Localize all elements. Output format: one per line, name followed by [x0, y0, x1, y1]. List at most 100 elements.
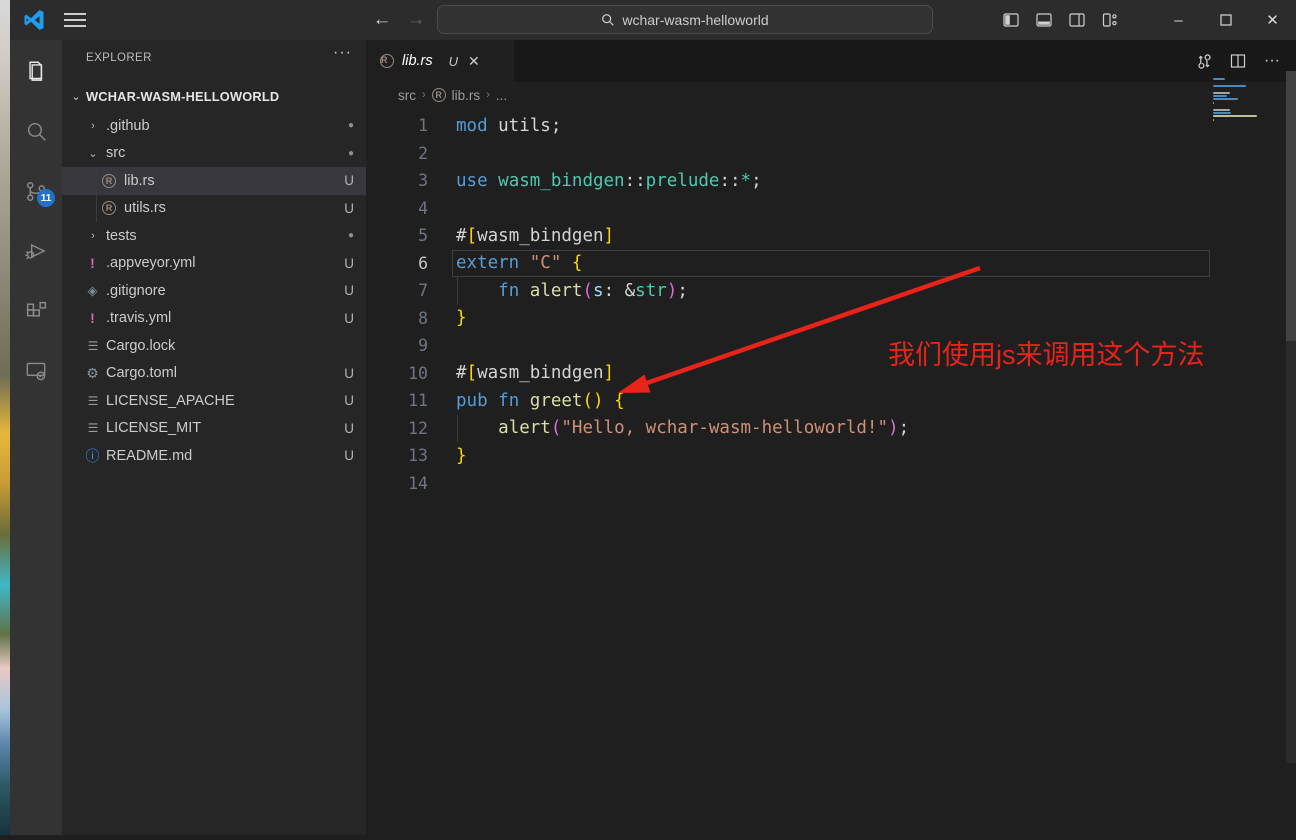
breadcrumb-folder[interactable]: src [398, 88, 416, 103]
minimap-line [1213, 98, 1238, 100]
code-line-10[interactable]: 10#[wasm_bindgen] [366, 360, 1296, 388]
minimap-line [1213, 95, 1227, 97]
explorer-icon[interactable] [10, 48, 62, 96]
code-line-14[interactable]: 14 [366, 470, 1296, 498]
code-text: } [456, 446, 467, 466]
code-line-3[interactable]: 3use wasm_bindgen::prelude::*; [366, 167, 1296, 195]
code-text: alert("Hello, wchar-wasm-helloworld!"); [456, 418, 909, 438]
breadcrumb-symbol[interactable]: ... [496, 88, 507, 103]
editor-more-actions-icon[interactable]: ··· [1258, 40, 1286, 82]
command-center-search[interactable]: wchar-wasm-helloworld [437, 5, 933, 34]
source-control-icon[interactable]: 11 [10, 167, 62, 215]
toggle-sidebar-icon[interactable] [994, 0, 1027, 40]
search-sidebar-icon[interactable] [10, 107, 62, 155]
code-line-4[interactable]: 4 [366, 195, 1296, 223]
tab-label: lib.rs [402, 53, 433, 69]
back-arrow-icon[interactable]: ← [368, 6, 396, 34]
info-file-icon: ⓘ [84, 447, 101, 464]
title-bar: ← → wchar-wasm-helloworld [10, 0, 1296, 40]
forward-arrow-icon: → [402, 6, 430, 34]
breadcrumb[interactable]: src › R lib.rs › ... [398, 82, 507, 108]
code-editor[interactable]: 1 mod utils;23use wasm_bindgen::prelude::… [366, 112, 1296, 835]
tree-item-readme-md[interactable]: ⓘREADME.mdU [62, 442, 366, 470]
line-number: 14 [366, 474, 428, 493]
code-line-12[interactable]: 12 alert("Hello, wchar-wasm-helloworld!"… [366, 415, 1296, 443]
vscode-window: ← → wchar-wasm-helloworld [10, 0, 1296, 835]
line-number: 7 [366, 281, 428, 300]
code-text: #[wasm_bindgen] [456, 363, 614, 383]
close-button[interactable]: ✕ [1249, 0, 1296, 40]
file-tree: ›.github●⌄src●Rlib.rsURutils.rsU›tests●!… [62, 112, 366, 470]
code-line-2[interactable]: 2 [366, 140, 1296, 168]
untracked-badge: U [344, 421, 354, 436]
gear-file-icon: ⚙ [84, 365, 101, 382]
scrollbar-thumb[interactable] [1286, 71, 1296, 341]
minimap[interactable] [1213, 78, 1259, 125]
code-line-9[interactable]: 9 [366, 332, 1296, 360]
editor-scrollbar[interactable] [1286, 71, 1296, 763]
line-number: 8 [366, 309, 428, 328]
tree-item--travis-yml[interactable]: !.travis.ymlU [62, 305, 366, 333]
tree-item-src[interactable]: ⌄src● [62, 140, 366, 168]
tree-item-license-apache[interactable]: ☰LICENSE_APACHEU [62, 387, 366, 415]
minimap-line [1213, 112, 1231, 114]
minimap-line [1213, 92, 1230, 94]
tree-item-cargo-lock[interactable]: ☰Cargo.lock [62, 332, 366, 360]
line-number: 1 [366, 116, 428, 135]
code-line-1[interactable]: 1 mod utils; [366, 112, 1296, 140]
tree-item--github[interactable]: ›.github● [62, 112, 366, 140]
project-root-row[interactable]: ⌄ WCHAR-WASM-HELLOWORLD [62, 84, 366, 108]
tree-item-cargo-toml[interactable]: ⚙Cargo.tomlU [62, 360, 366, 388]
split-editor-icon[interactable] [1224, 40, 1252, 82]
breadcrumb-file[interactable]: lib.rs [452, 88, 481, 103]
activity-bar: 11 [10, 40, 62, 835]
file-label: src [106, 145, 125, 161]
tree-item-lib-rs[interactable]: Rlib.rsU [62, 167, 366, 195]
warn-file-icon: ! [84, 255, 101, 272]
file-label: README.md [106, 448, 192, 464]
source-control-badge: 11 [37, 189, 55, 207]
maximize-button[interactable] [1202, 0, 1249, 40]
tab-close-icon[interactable]: ✕ [468, 53, 480, 70]
code-text: #[wasm_bindgen] [456, 226, 614, 246]
untracked-badge: U [344, 283, 354, 298]
minimap-line [1213, 119, 1214, 121]
run-debug-icon[interactable] [10, 227, 62, 275]
open-changes-icon[interactable] [1190, 40, 1218, 82]
tab-strip: R lib.rs U ✕ [366, 40, 1296, 82]
more-actions-icon[interactable]: ··· [333, 44, 352, 62]
remote-explorer-icon[interactable] [10, 347, 62, 395]
modified-dot-badge: ● [348, 120, 354, 131]
tree-item--appveyor-yml[interactable]: !.appveyor.ymlU [62, 250, 366, 278]
code-line-5[interactable]: 5 #[wasm_bindgen] [366, 222, 1296, 250]
tree-item-license-mit[interactable]: ☰ LICENSE_MIT U [62, 415, 366, 443]
list-file-icon: ☰ [84, 420, 101, 437]
file-label: LICENSE_MIT [106, 420, 201, 436]
project-name: WCHAR-WASM-HELLOWORLD [86, 89, 279, 104]
menu-icon[interactable] [62, 11, 88, 29]
search-value: wchar-wasm-helloworld [622, 12, 768, 28]
minimize-button[interactable]: – [1155, 0, 1202, 40]
toggle-panel-icon[interactable] [1027, 0, 1060, 40]
code-line-8[interactable]: 8} [366, 305, 1296, 333]
tree-item--gitignore[interactable]: ◈.gitignoreU [62, 277, 366, 305]
sidebar-title: EXPLORER [86, 52, 152, 64]
tab-lib-rs[interactable]: R lib.rs U ✕ [366, 40, 514, 82]
toggle-secondary-sidebar-icon[interactable] [1060, 0, 1093, 40]
minimap-line [1213, 102, 1214, 104]
chevron-right-icon: › [422, 89, 426, 101]
tree-item-utils-rs[interactable]: Rutils.rsU [62, 195, 366, 223]
code-line-11[interactable]: 11pub fn greet() { [366, 387, 1296, 415]
line-number: 5 [366, 226, 428, 245]
code-text: } [456, 308, 467, 328]
sidebar-header: EXPLORER ··· [62, 40, 366, 75]
code-line-7[interactable]: 7 fn alert(s: &str); [366, 277, 1296, 305]
untracked-badge: U [344, 366, 354, 381]
extensions-icon[interactable] [10, 287, 62, 335]
customize-layout-icon[interactable] [1093, 0, 1126, 40]
code-line-13[interactable]: 13} [366, 442, 1296, 470]
code-text: mod utils; [456, 116, 561, 136]
tree-item-tests[interactable]: ›tests● [62, 222, 366, 250]
code-line-6[interactable]: 6extern "C" { [366, 250, 1296, 278]
line-number: 6 [366, 254, 428, 273]
